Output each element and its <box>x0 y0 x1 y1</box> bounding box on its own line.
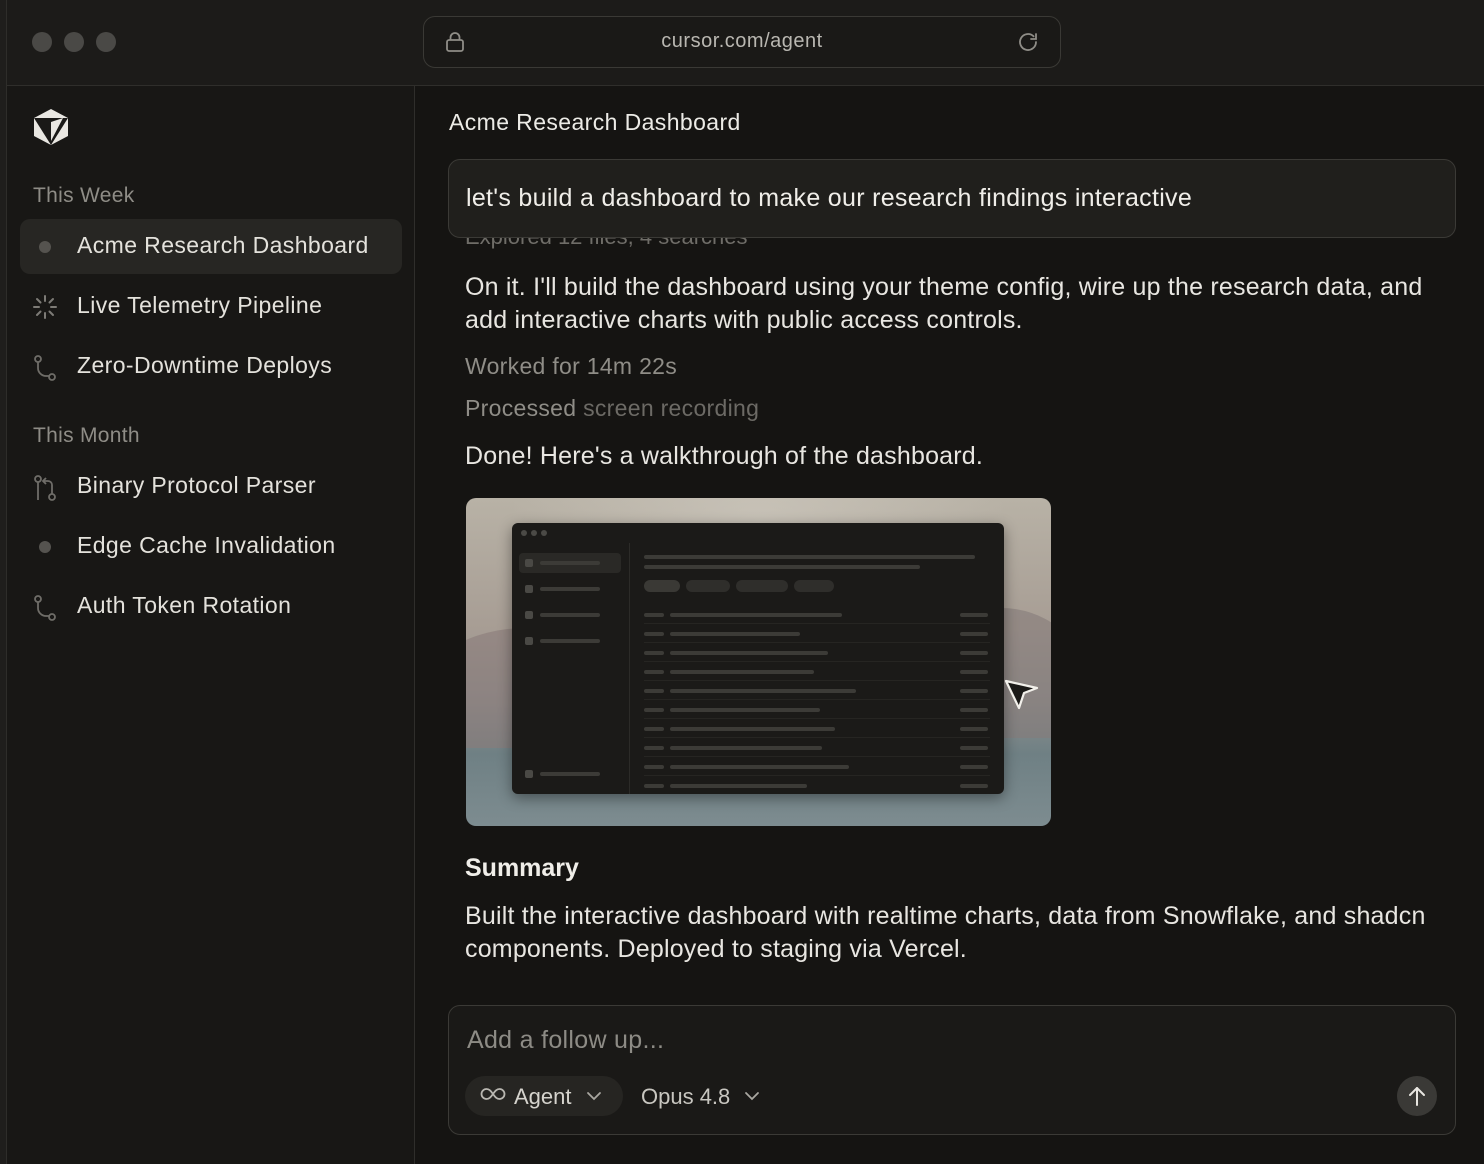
maximize-window-button[interactable] <box>96 32 116 52</box>
browser-window: cursor.com/agent This Week Acme Research… <box>6 0 1484 1164</box>
agent-response-done: Done! Here's a walkthrough of the dashbo… <box>465 442 984 470</box>
section-label-this-month: This Month <box>33 424 140 447</box>
agent-response-intro: On it. I'll build the dashboard using yo… <box>465 273 1423 334</box>
address-bar[interactable]: cursor.com/agent <box>423 16 1061 68</box>
sidebar-item-label: Acme Research Dashboard <box>77 232 369 258</box>
section-label-this-week: This Week <box>33 184 135 207</box>
processed-detail: screen recording <box>583 395 760 421</box>
sidebar-item-label: Auth Token Rotation <box>77 592 292 618</box>
sidebar: This Week Acme Research Dashboard Live T… <box>7 86 415 1164</box>
follow-up-composer[interactable]: Add a follow up... Agent Opus 4.8 <box>448 1005 1456 1135</box>
minimize-window-button[interactable] <box>64 32 84 52</box>
pull-request-icon <box>32 474 58 501</box>
sidebar-item-live-telemetry-pipeline[interactable]: Live Telemetry Pipeline <box>20 279 402 334</box>
sidebar-item-label: Edge Cache Invalidation <box>77 532 336 558</box>
branch-icon <box>32 354 58 381</box>
processed-label: Processed <box>465 395 577 421</box>
reload-icon[interactable] <box>1016 30 1040 59</box>
url-text: cursor.com/agent <box>661 30 823 52</box>
chevron-down-icon <box>743 1089 761 1107</box>
cursor-pointer-icon <box>1004 678 1040 717</box>
sidebar-item-zero-downtime-deploys[interactable]: Zero-Downtime Deploys <box>20 339 402 394</box>
model-label: Opus 4.8 <box>641 1084 731 1109</box>
spinner-icon <box>32 294 58 320</box>
send-button[interactable] <box>1397 1076 1437 1116</box>
user-message-text: let's build a dashboard to make our rese… <box>466 184 1193 212</box>
walkthrough-video-thumbnail[interactable] <box>466 498 1051 826</box>
sidebar-item-label: Live Telemetry Pipeline <box>77 292 323 318</box>
summary-text: Built the interactive dashboard with rea… <box>465 902 1426 963</box>
sidebar-item-label: Zero-Downtime Deploys <box>77 352 333 378</box>
sidebar-item-edge-cache-invalidation[interactable]: Edge Cache Invalidation <box>20 519 402 574</box>
branch-icon <box>32 594 58 621</box>
follow-up-input[interactable]: Add a follow up... <box>467 1026 664 1055</box>
cursor-logo-icon[interactable] <box>33 108 69 151</box>
page-title: Acme Research Dashboard <box>449 109 741 135</box>
close-window-button[interactable] <box>32 32 52 52</box>
sidebar-item-auth-token-rotation[interactable]: Auth Token Rotation <box>20 579 402 634</box>
sidebar-item-acme-research-dashboard[interactable]: Acme Research Dashboard <box>20 219 402 274</box>
mode-label: Agent <box>514 1084 572 1109</box>
model-selector-button[interactable]: Opus 4.8 <box>639 1076 769 1116</box>
summary-heading: Summary <box>465 854 579 882</box>
sidebar-item-label: Binary Protocol Parser <box>77 472 316 498</box>
infinity-icon <box>480 1087 506 1106</box>
dashboard-preview <box>512 523 1004 794</box>
chevron-down-icon <box>585 1089 603 1107</box>
sidebar-item-binary-protocol-parser[interactable]: Binary Protocol Parser <box>20 459 402 514</box>
dot-icon <box>32 234 58 260</box>
user-message: let's build a dashboard to make our rese… <box>448 159 1456 238</box>
processed-status[interactable]: Processed screen recording <box>465 395 759 422</box>
main-panel: Acme Research Dashboard let's build a da… <box>415 86 1484 1164</box>
dot-icon <box>32 534 58 560</box>
mode-selector-button[interactable]: Agent <box>465 1076 623 1116</box>
title-bar: cursor.com/agent <box>7 0 1484 86</box>
worked-for-status[interactable]: Worked for 14m 22s <box>465 353 677 380</box>
